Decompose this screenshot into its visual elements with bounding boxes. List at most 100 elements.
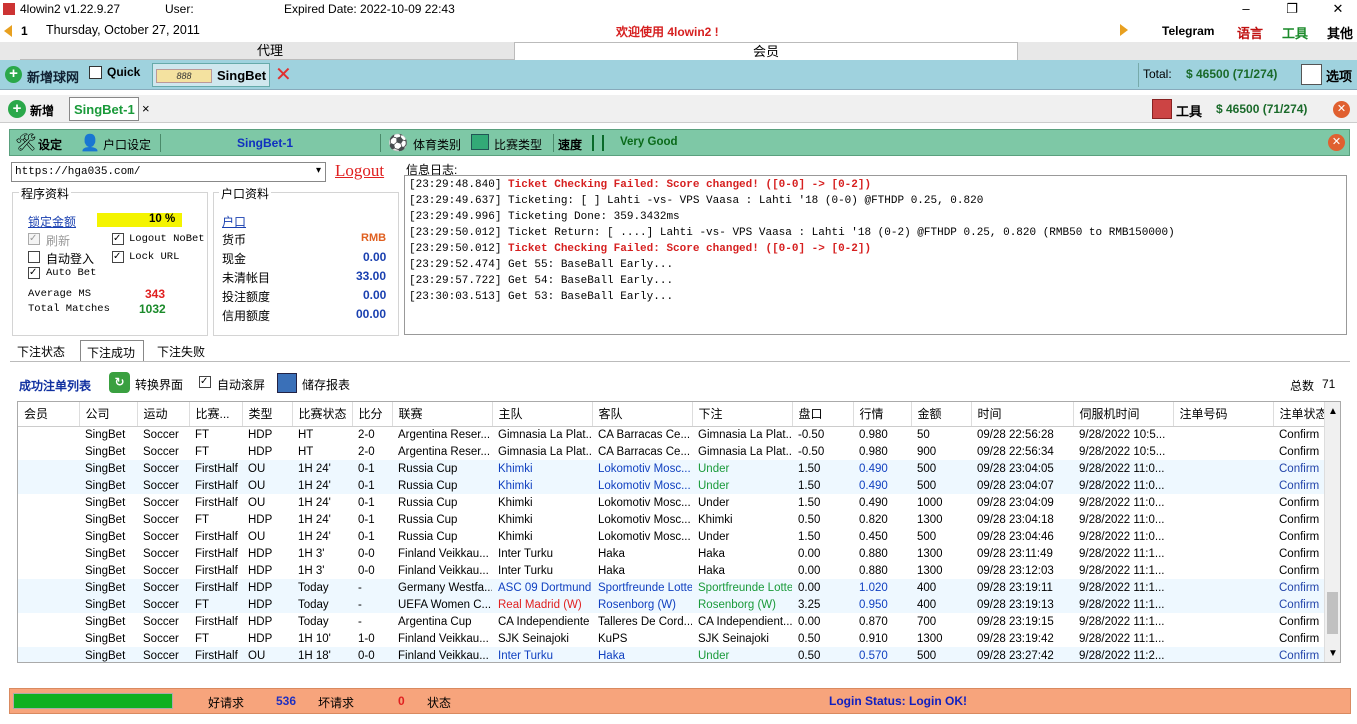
column-header[interactable]: 会员 bbox=[18, 402, 80, 427]
close-circle-icon[interactable]: ✕ bbox=[1328, 134, 1345, 151]
table-row[interactable]: SingBet Soccer FirstHalf OU 1H 24' 0-1 Russia … bbox=[18, 528, 1324, 545]
status-bar: 好请求 536 坏请求 0 状态 Login Status: Login OK! bbox=[9, 688, 1351, 714]
table-cell: 0-1 bbox=[358, 513, 375, 526]
language-menu[interactable]: 语言 bbox=[1237, 23, 1263, 42]
switch-view-button[interactable]: 转换界面 bbox=[135, 376, 183, 393]
close-tab-icon[interactable]: × bbox=[142, 101, 150, 116]
autoscroll-checkbox[interactable]: ✓ bbox=[199, 376, 211, 388]
total-label: Total: bbox=[1143, 67, 1172, 81]
tools-button[interactable]: 工具 bbox=[1176, 101, 1202, 120]
quick-checkbox[interactable] bbox=[89, 66, 102, 79]
column-header[interactable]: 联赛 bbox=[392, 402, 493, 427]
tab-bet-status[interactable]: 下注状态 bbox=[17, 343, 65, 360]
table-row[interactable]: SingBet Soccer FirstHalf HDP Today - Germany W… bbox=[18, 579, 1324, 596]
save-report-button[interactable]: 储存报表 bbox=[302, 376, 350, 393]
table-row[interactable]: SingBet Soccer FirstHalf OU 1H 24' 0-1 Russia … bbox=[18, 477, 1324, 494]
scrollbar-thumb[interactable] bbox=[1327, 592, 1338, 634]
column-header[interactable]: 运动 bbox=[137, 402, 190, 427]
remove-site-icon[interactable]: ✕ bbox=[275, 62, 292, 87]
column-header[interactable]: 类型 bbox=[242, 402, 293, 427]
column-header[interactable]: 公司 bbox=[79, 402, 138, 427]
table-cell: 3.25 bbox=[792, 596, 853, 613]
account-link[interactable]: 户口 bbox=[222, 213, 246, 230]
table-row[interactable]: SingBet Soccer FT HDP 1H 10' 1-0 Finland Veikk… bbox=[18, 630, 1324, 647]
match-type-button[interactable]: 比赛类型 bbox=[494, 136, 542, 153]
column-header[interactable]: 时间 bbox=[971, 402, 1074, 427]
table-cell: HDP bbox=[242, 579, 292, 596]
column-header[interactable]: 伺服机时间 bbox=[1073, 402, 1174, 427]
column-header[interactable]: 注单号码 bbox=[1173, 402, 1274, 427]
vertical-scrollbar[interactable]: ▲ ▼ bbox=[1324, 402, 1340, 662]
column-header[interactable]: 下注 bbox=[692, 402, 793, 427]
column-header[interactable]: 金额 bbox=[911, 402, 972, 427]
auto-login-checkbox[interactable] bbox=[28, 251, 40, 263]
tab-member[interactable]: 会员 bbox=[514, 42, 1018, 60]
table-cell: 1H 24' bbox=[298, 513, 331, 526]
table-row[interactable]: SingBet Soccer FT HDP 1H 24' 0-1 Russia Cup Khi… bbox=[18, 511, 1324, 528]
table-cell bbox=[18, 477, 79, 494]
maximize-button[interactable]: ❐ bbox=[1272, 0, 1312, 19]
table-row[interactable]: SingBet Soccer FT HDP Today - UEFA Women C... R… bbox=[18, 596, 1324, 613]
logout-nobet-checkbox[interactable]: ✓ bbox=[112, 233, 124, 245]
table-row[interactable]: SingBet Soccer FirstHalf OU 1H 24' 0-1 Russia … bbox=[18, 494, 1324, 511]
tab-bet-success[interactable]: 下注成功 bbox=[80, 340, 144, 361]
scroll-down-icon[interactable]: ▼ bbox=[1328, 648, 1338, 659]
table-cell: 0.880 bbox=[859, 547, 888, 560]
settings-button[interactable]: 设定 bbox=[38, 136, 62, 153]
column-header[interactable]: 行情 bbox=[853, 402, 912, 427]
table-cell: Soccer bbox=[137, 460, 189, 477]
logout-link[interactable]: Logout bbox=[335, 161, 384, 181]
table-cell bbox=[1173, 528, 1273, 545]
column-header[interactable]: 注单状态 bbox=[1273, 402, 1325, 427]
tools-menu[interactable]: 工具 bbox=[1282, 23, 1308, 42]
table-row[interactable]: SingBet Soccer FT HDP HT 2-0 Argentina Reser..… bbox=[18, 443, 1324, 460]
table-row[interactable]: SingBet Soccer FT HDP HT 2-0 Argentina Reser..… bbox=[18, 426, 1324, 443]
tab-agent[interactable]: 代理 bbox=[20, 42, 520, 60]
refresh-checkbox[interactable]: ✓ bbox=[28, 233, 40, 245]
close-circle-icon[interactable]: ✕ bbox=[1333, 101, 1350, 118]
column-header[interactable]: 盘口 bbox=[792, 402, 854, 427]
table-cell: 9/28/2022 11:1... bbox=[1079, 632, 1165, 645]
sport-type-button[interactable]: 体育类别 bbox=[413, 136, 461, 153]
lock-amount-link[interactable]: 锁定金额 bbox=[28, 213, 76, 230]
table-row[interactable]: SingBet Soccer FirstHalf OU 1H 18' 0-0 Finland… bbox=[18, 647, 1324, 662]
table-row[interactable]: SingBet Soccer FirstHalf HDP Today - Argentina… bbox=[18, 613, 1324, 630]
telegram-link[interactable]: Telegram bbox=[1162, 24, 1214, 38]
table-row[interactable]: SingBet Soccer FirstHalf HDP 1H 3' 0-0 Finland… bbox=[18, 562, 1324, 579]
url-select[interactable]: https://hga035.com/ ▾ bbox=[11, 162, 326, 182]
tab-singbet-1[interactable]: SingBet-1 bbox=[69, 97, 139, 121]
column-header[interactable]: 比分 bbox=[352, 402, 393, 427]
scroll-up-icon[interactable]: ▲ bbox=[1328, 406, 1338, 417]
column-header[interactable]: 比赛状态 bbox=[292, 402, 353, 427]
other-menu[interactable]: 其他 bbox=[1327, 23, 1353, 42]
table-cell: Argentina Cup bbox=[398, 615, 472, 628]
table-cell: 1000 bbox=[917, 496, 943, 509]
minimize-button[interactable]: – bbox=[1226, 0, 1266, 19]
add-site-button[interactable]: 新增球网 bbox=[27, 67, 79, 86]
column-header[interactable]: 比赛... bbox=[189, 402, 243, 427]
singbet-site-button[interactable]: 888 SingBet bbox=[152, 63, 270, 87]
table-cell: 1.50 bbox=[792, 460, 853, 477]
prev-arrow-icon[interactable] bbox=[4, 25, 12, 37]
column-header[interactable]: 客队 bbox=[592, 402, 693, 427]
table-row[interactable]: SingBet Soccer FirstHalf HDP 1H 3' 0-0 Finland… bbox=[18, 545, 1324, 562]
table-cell: FirstHalf bbox=[195, 496, 238, 509]
close-button[interactable]: ✕ bbox=[1318, 0, 1357, 19]
tab-bet-failed[interactable]: 下注失败 bbox=[157, 343, 205, 360]
lock-pct-field[interactable]: 10 % bbox=[97, 213, 182, 227]
table-cell: Confirm bbox=[1279, 496, 1320, 509]
next-arrow-icon[interactable] bbox=[1120, 24, 1128, 36]
options-button[interactable]: 选项 bbox=[1326, 66, 1352, 85]
table-cell: SingBet bbox=[85, 632, 126, 645]
auto-bet-checkbox[interactable]: ✓ bbox=[28, 267, 40, 279]
lock-url-checkbox[interactable]: ✓ bbox=[112, 251, 124, 263]
log-message: Ticket Checking Failed: Score changed! (… bbox=[501, 179, 872, 191]
account-settings-button[interactable]: 户口设定 bbox=[103, 136, 151, 153]
table-cell: Rosenborg (W) bbox=[592, 596, 692, 613]
table-cell: SingBet bbox=[85, 615, 126, 628]
column-header[interactable]: 主队 bbox=[492, 402, 593, 427]
table-row[interactable]: SingBet Soccer FirstHalf OU 1H 24' 0-1 Russia … bbox=[18, 460, 1324, 477]
table-cell: 400 bbox=[911, 596, 971, 613]
table-cell: 0.820 bbox=[859, 513, 888, 526]
add-account-button[interactable]: 新增 bbox=[30, 102, 54, 119]
